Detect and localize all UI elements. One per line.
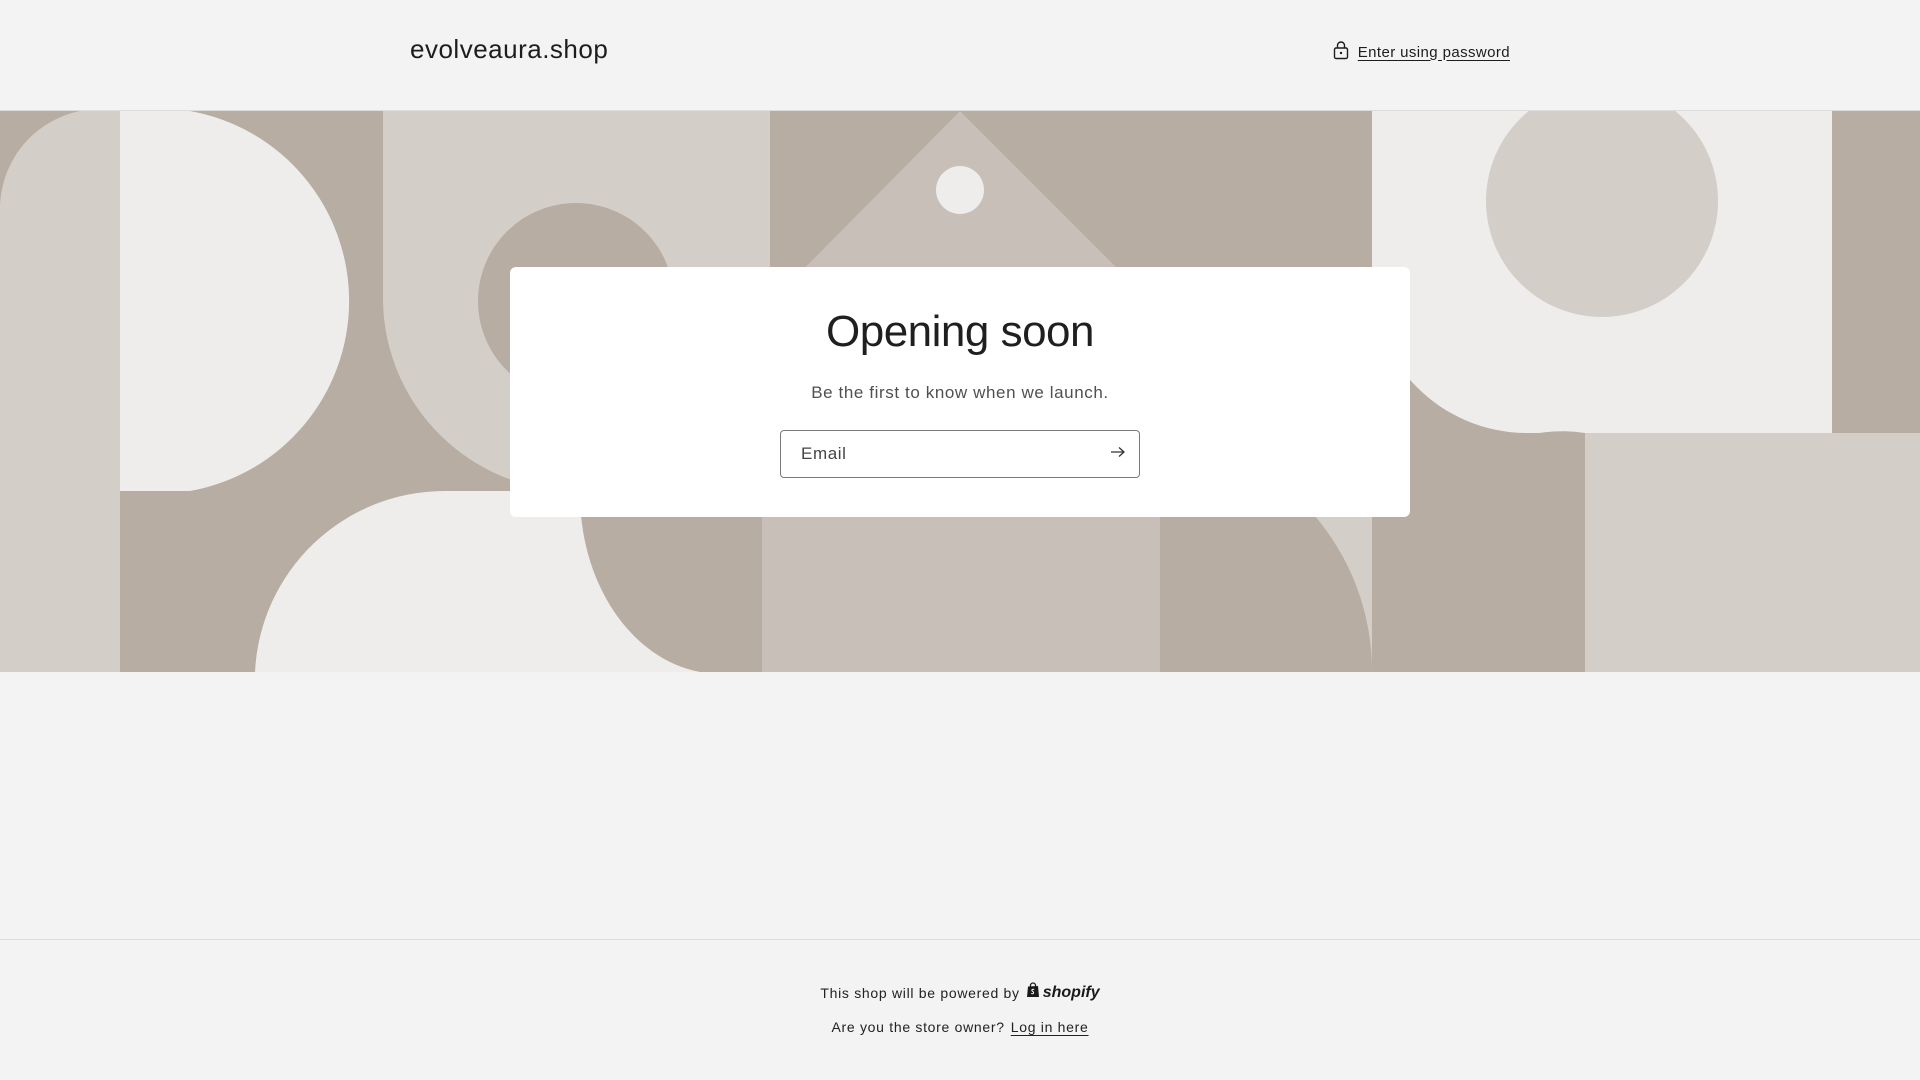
store-logo[interactable]: evolveaura.shop [410,34,608,65]
subscribe-button[interactable] [1103,439,1133,469]
enter-password-label: Enter using password [1357,43,1510,61]
enter-password-link[interactable]: Enter using password [1333,40,1510,64]
email-input[interactable] [781,431,1091,477]
store-owner-text: Are you the store owner? [831,1019,1005,1035]
arrow-right-icon [1110,445,1126,463]
page-title: Opening soon [826,307,1095,356]
lock-icon [1333,40,1349,64]
site-header: evolveaura.shop Enter using password [0,0,1920,111]
shopify-bag-icon [1026,982,1040,1003]
powered-by-text: This shop will be powered by [820,984,1020,1001]
site-footer: This shop will be powered by shopify Are… [0,939,1920,1080]
newsletter-card: Opening soon Be the first to know when w… [510,267,1410,517]
powered-by: This shop will be powered by shopify [0,982,1920,1003]
page-subtitle: Be the first to know when we launch. [811,383,1109,402]
login-link[interactable]: Log in here [1011,1019,1089,1035]
shopify-wordmark: shopify [1042,983,1100,1001]
shopify-logo-link[interactable]: shopify [1026,982,1100,1003]
email-form [780,430,1140,478]
store-owner-line: Are you the store owner? Log in here [0,1019,1920,1035]
